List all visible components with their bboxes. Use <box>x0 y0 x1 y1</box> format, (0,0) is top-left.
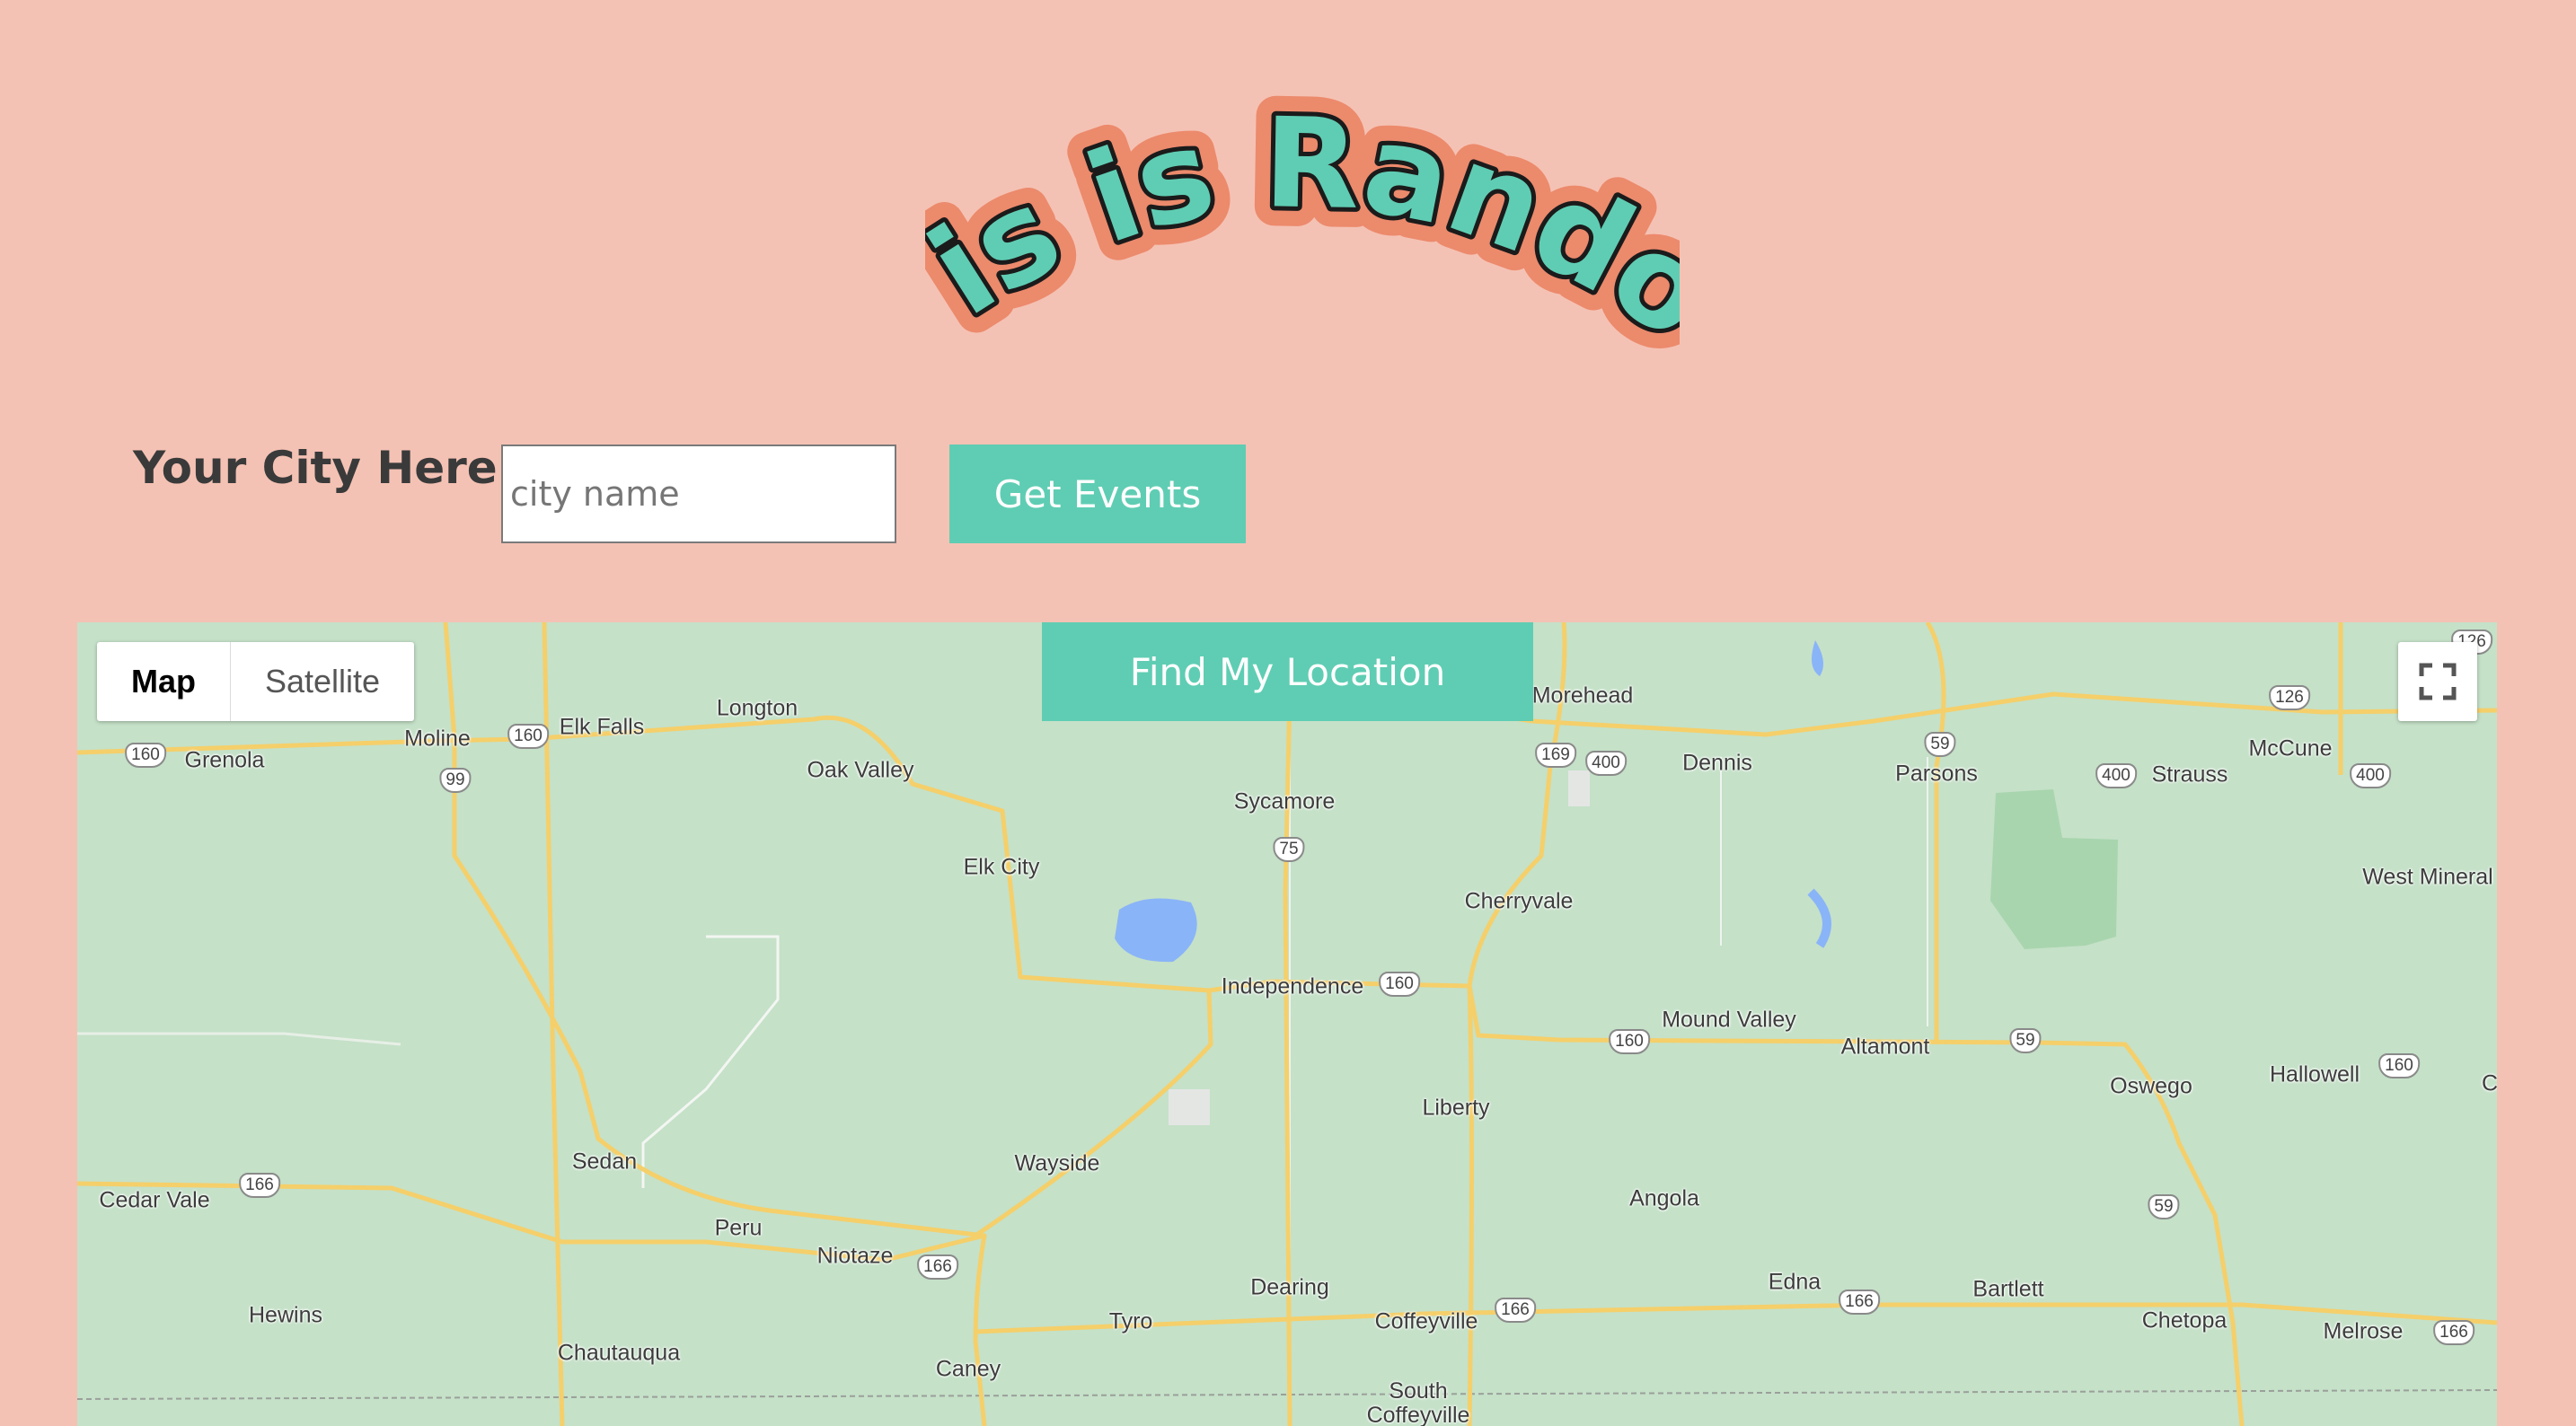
route-shield: 160 <box>2378 1053 2420 1078</box>
place-label: Cedar Vale <box>99 1187 210 1213</box>
city-label: Your City Here: <box>133 442 516 494</box>
place-label: Dennis <box>1682 750 1752 776</box>
route-shield: 400 <box>2350 763 2391 788</box>
place-label: West Mineral <box>2362 864 2493 890</box>
route-shield: 160 <box>125 743 166 768</box>
road-state <box>542 622 565 1426</box>
place-label: Elk City <box>963 854 1040 880</box>
place-label: Sedan <box>571 1149 638 1175</box>
route-shield: 169 <box>1535 743 1576 768</box>
route-shield: 126 <box>2269 685 2310 710</box>
svg-text:This is Random: This is Random <box>925 90 1680 359</box>
place-label: Grenola <box>184 747 265 773</box>
place-label: Edna <box>1768 1269 1822 1295</box>
road-166-east <box>975 1302 2497 1334</box>
place-label: Parsons <box>1895 761 1978 787</box>
place-label: Bartlett <box>1972 1276 2044 1302</box>
place-label: Longton <box>716 695 798 721</box>
place-label: Oak Valley <box>807 757 914 783</box>
place-label: Morehead <box>1531 682 1634 709</box>
place-label: Niotaze <box>816 1243 894 1269</box>
place-label: Sycamore <box>1233 788 1336 814</box>
road-75 <box>1283 622 1302 1426</box>
route-shield: 400 <box>1585 751 1627 776</box>
route-shield: 166 <box>239 1173 280 1198</box>
logo-text-fill: This is Random <box>925 90 1680 359</box>
logo: This is Random This is Random <box>925 90 1680 359</box>
route-shield: 160 <box>1609 1029 1650 1054</box>
place-label: Coffeyville <box>1374 1308 1478 1334</box>
fullscreen-button[interactable] <box>2398 642 2477 721</box>
route-shield: 160 <box>1379 972 1420 997</box>
place-label: Oswego <box>2110 1073 2192 1099</box>
map-type-satellite-button[interactable]: Satellite <box>231 642 414 721</box>
place-label: Altamont <box>1840 1034 1930 1060</box>
place-label: McCune <box>2248 735 2333 761</box>
place-label: Tyro <box>1108 1308 1153 1334</box>
route-shield: 166 <box>917 1254 958 1280</box>
reservoir <box>1807 888 1831 948</box>
city-input[interactable] <box>501 445 896 543</box>
state-line <box>77 1389 2497 1400</box>
place-label: Dearing <box>1250 1274 1329 1300</box>
place-label: Elk Falls <box>559 714 645 740</box>
minor-road <box>641 935 780 1188</box>
place-label: Hewins <box>249 1302 322 1328</box>
place-label: Melrose <box>2323 1318 2404 1344</box>
route-shield: 400 <box>2095 763 2137 788</box>
route-shield: 166 <box>2433 1320 2475 1345</box>
urban-area <box>1568 770 1590 806</box>
place-label: C <box>2481 1070 2497 1096</box>
park-area <box>1990 789 2118 949</box>
get-events-button[interactable]: Get Events <box>949 445 1246 543</box>
road-99 <box>443 622 985 1238</box>
lake <box>1115 898 1197 963</box>
map[interactable]: Longton Elk Falls Moline Grenola Oak Val… <box>77 622 2497 1426</box>
pond <box>1812 640 1823 676</box>
place-label: Caney <box>935 1356 1001 1382</box>
place-label: Angola <box>1629 1185 1699 1211</box>
place-label: Independence <box>1221 973 1364 999</box>
route-shield: 166 <box>1495 1298 1536 1323</box>
find-my-location-button[interactable]: Find My Location <box>1042 622 1533 721</box>
route-shield: 166 <box>1839 1290 1880 1315</box>
place-label: Liberty <box>1422 1095 1490 1121</box>
minor-road <box>77 1032 401 1046</box>
map-type-control: Map Satellite <box>97 642 415 721</box>
route-shield: 160 <box>507 724 549 749</box>
place-label: Peru <box>714 1215 763 1241</box>
place-label: Mound Valley <box>1662 1007 1796 1033</box>
place-label: Wayside <box>1014 1150 1100 1176</box>
place-label: Chautauqua <box>557 1340 681 1366</box>
place-label: Strauss <box>2151 761 2228 788</box>
urban-area <box>1169 1089 1210 1125</box>
place-label: Moline <box>404 726 471 752</box>
place-label: Chetopa <box>2141 1307 2228 1334</box>
map-type-map-button[interactable]: Map <box>97 642 231 721</box>
place-label: Cherryvale <box>1464 888 1574 914</box>
road-59 <box>1925 622 1946 1044</box>
road-160 <box>77 715 1470 993</box>
fullscreen-icon <box>2419 663 2457 700</box>
place-label: South Coffeyville <box>1366 1378 1470 1426</box>
place-label: Hallowell <box>2269 1061 2360 1087</box>
